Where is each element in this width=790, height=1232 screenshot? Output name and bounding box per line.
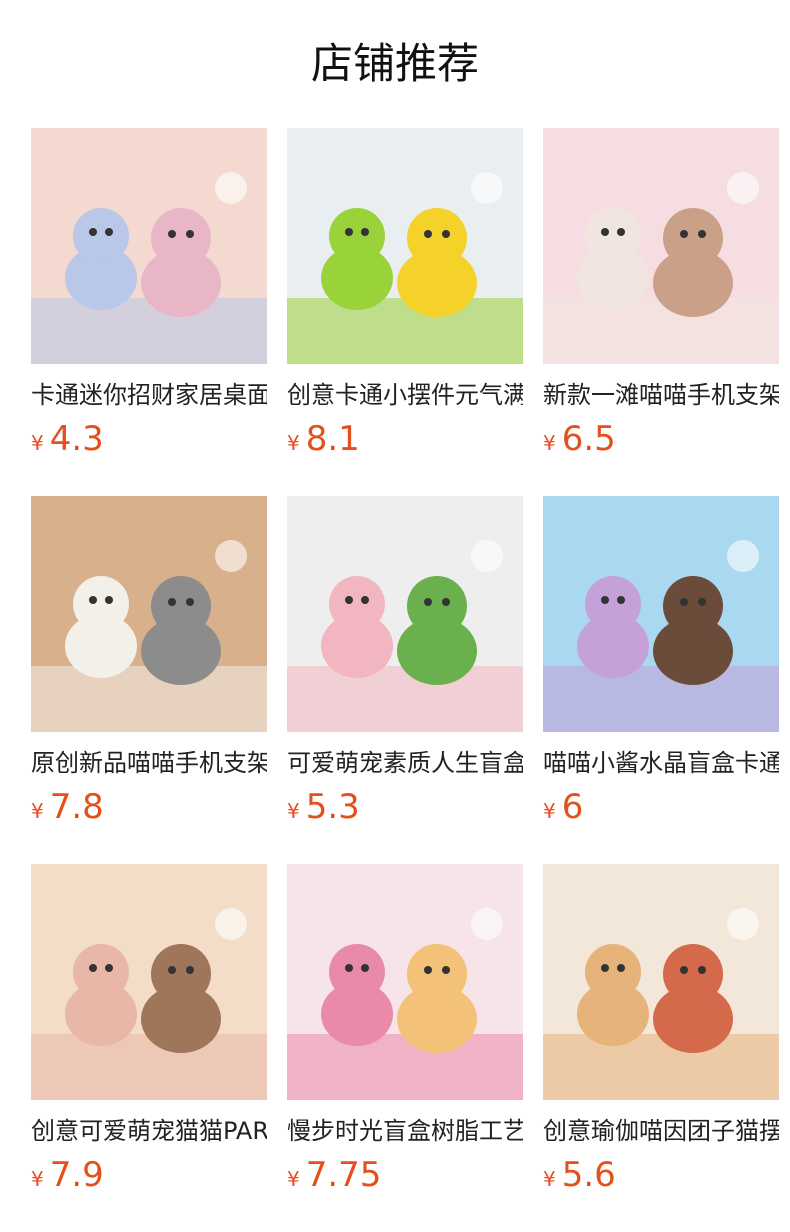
product-image[interactable] [31, 128, 267, 364]
product-name[interactable]: 创意瑜伽喵因团子猫摆件 [543, 1115, 779, 1147]
page-title: 店铺推荐 [310, 39, 479, 88]
product-price: ¥7.9 [31, 1155, 267, 1201]
product-image[interactable] [31, 864, 267, 1100]
product-price: ¥6 [543, 787, 779, 833]
currency-symbol: ¥ [543, 431, 556, 455]
currency-symbol: ¥ [543, 799, 556, 823]
product-image[interactable] [287, 496, 523, 732]
product-price: ¥8.1 [287, 419, 523, 465]
currency-symbol: ¥ [543, 1167, 556, 1191]
product-name[interactable]: 慢步时光盲盒树脂工艺 [287, 1115, 523, 1147]
price-amount: 5.3 [305, 787, 360, 827]
product-card[interactable]: 创意卡通小摆件元气满满 ¥8.1 [287, 128, 523, 465]
price-amount: 6.5 [561, 419, 616, 459]
currency-symbol: ¥ [31, 799, 44, 823]
price-amount: 7.75 [305, 1155, 382, 1195]
currency-symbol: ¥ [287, 799, 300, 823]
product-image[interactable] [543, 496, 779, 732]
price-amount: 6 [561, 787, 584, 827]
product-price: ¥4.3 [31, 419, 267, 465]
product-name[interactable]: 原创新品喵喵手机支架 [31, 747, 267, 779]
product-name[interactable]: 新款一滩喵喵手机支架 [543, 379, 779, 411]
product-name[interactable]: 创意可爱萌宠猫猫PARTY [31, 1115, 267, 1147]
product-card[interactable]: 创意可爱萌宠猫猫PARTY ¥7.9 [31, 864, 267, 1201]
currency-symbol: ¥ [287, 1167, 300, 1191]
product-price: ¥5.3 [287, 787, 523, 833]
product-card[interactable]: 慢步时光盲盒树脂工艺 ¥7.75 [287, 864, 523, 1201]
product-image[interactable] [31, 496, 267, 732]
product-card[interactable]: 原创新品喵喵手机支架 ¥7.8 [31, 496, 267, 833]
product-image[interactable] [287, 128, 523, 364]
price-amount: 5.6 [561, 1155, 616, 1195]
product-card[interactable]: 卡通迷你招财家居桌面摆件 ¥4.3 [31, 128, 267, 465]
product-card[interactable]: 可爱萌宠素质人生盲盒 ¥5.3 [287, 496, 523, 833]
product-price: ¥7.8 [31, 787, 267, 833]
price-amount: 7.8 [49, 787, 104, 827]
currency-symbol: ¥ [31, 1167, 44, 1191]
product-price: ¥6.5 [543, 419, 779, 465]
price-amount: 8.1 [305, 419, 360, 459]
product-name[interactable]: 可爱萌宠素质人生盲盒 [287, 747, 523, 779]
price-amount: 7.9 [49, 1155, 104, 1195]
product-price: ¥7.75 [287, 1155, 523, 1201]
product-name[interactable]: 喵喵小酱水晶盲盒卡通 [543, 747, 779, 779]
product-name[interactable]: 创意卡通小摆件元气满满 [287, 379, 523, 411]
product-card[interactable]: 创意瑜伽喵因团子猫摆件 ¥5.6 [543, 864, 779, 1201]
product-price: ¥5.6 [543, 1155, 779, 1201]
price-amount: 4.3 [49, 419, 104, 459]
product-card[interactable]: 喵喵小酱水晶盲盒卡通 ¥6 [543, 496, 779, 833]
product-card[interactable]: 新款一滩喵喵手机支架 ¥6.5 [543, 128, 779, 465]
product-name[interactable]: 卡通迷你招财家居桌面摆件 [31, 379, 267, 411]
product-image[interactable] [543, 864, 779, 1100]
currency-symbol: ¥ [31, 431, 44, 455]
product-image[interactable] [543, 128, 779, 364]
product-image[interactable] [287, 864, 523, 1100]
currency-symbol: ¥ [287, 431, 300, 455]
